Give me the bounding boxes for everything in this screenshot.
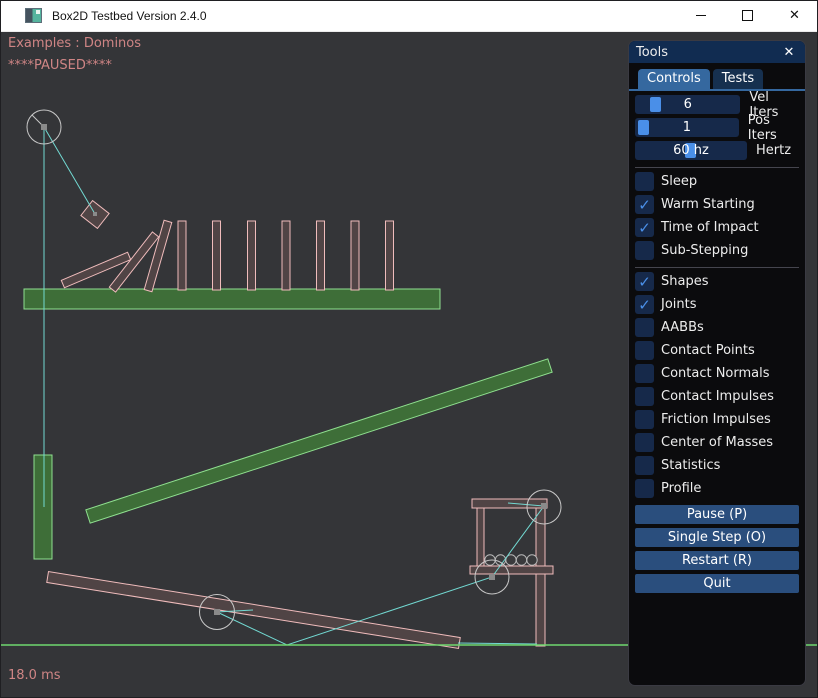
checkbox-label: Friction Impulses: [661, 412, 771, 427]
check-icon: ✓: [638, 219, 651, 237]
checkbox-contact-impulses[interactable]: [635, 387, 654, 406]
checkbox-label: Center of Masses: [661, 435, 773, 450]
tools-close-button[interactable]: ✕: [780, 43, 798, 61]
checkbox-contact-points[interactable]: [635, 341, 654, 360]
seesaw-plank: [47, 572, 460, 649]
slider-value: 60 hz: [635, 141, 747, 160]
check-icon: ✓: [638, 273, 651, 291]
checkbox-row-contact-normals: Contact Normals: [635, 364, 799, 383]
slider-label: Pos Iters: [748, 113, 799, 143]
minimize-button[interactable]: [677, 0, 724, 31]
tools-panel: Tools ✕ ControlsTests 6Vel Iters1Pos Ite…: [628, 40, 806, 686]
tools-panel-titlebar[interactable]: Tools ✕: [629, 41, 805, 63]
maximize-button[interactable]: [724, 0, 771, 31]
restart-button[interactable]: Restart (R): [635, 551, 799, 570]
checkbox-sub-stepping[interactable]: [635, 241, 654, 260]
checkbox-label: Joints: [661, 297, 697, 312]
checkbox-label: Contact Points: [661, 343, 755, 358]
pause-button[interactable]: Pause (P): [635, 505, 799, 524]
slider-value: 6: [635, 95, 740, 114]
domino-platform: [24, 289, 440, 309]
quit-button[interactable]: Quit: [635, 574, 799, 593]
close-icon: ✕: [789, 9, 800, 22]
checkbox-row-contact-points: Contact Points: [635, 341, 799, 360]
checkbox-row-aabbs: AABBs: [635, 318, 799, 337]
single-step-button[interactable]: Single Step (O): [635, 528, 799, 547]
action-buttons: Pause (P) Single Step (O) Restart (R) Quit: [635, 505, 799, 593]
close-button[interactable]: ✕: [771, 0, 818, 31]
checkbox-joints[interactable]: ✓: [635, 295, 654, 314]
slider-row-hertz: 60 hz Hertz: [635, 141, 799, 160]
checkbox-shapes[interactable]: ✓: [635, 272, 654, 291]
dominoes: [61, 220, 393, 292]
tab-tests[interactable]: Tests: [713, 69, 763, 89]
checkbox-label: Contact Impulses: [661, 389, 774, 404]
joint-anchors: [41, 124, 547, 615]
checkbox-row-time-of-impact: ✓ Time of Impact: [635, 218, 799, 237]
window-titlebar[interactable]: Box2D Testbed Version 2.4.0 ✕: [0, 0, 818, 32]
tab-bar: ControlsTests: [629, 63, 805, 91]
checkbox-statistics[interactable]: [635, 456, 654, 475]
checkbox-sleep[interactable]: [635, 172, 654, 191]
tools-panel-title: Tools: [636, 45, 668, 60]
slider-group: 6Vel Iters1Pos Iters60 hzHertz: [635, 95, 799, 160]
frame-time-label: 18.0 ms: [8, 668, 61, 683]
checkbox-label: Sleep: [661, 174, 697, 189]
checkbox-friction-impulses[interactable]: [635, 410, 654, 429]
window-title: Box2D Testbed Version 2.4.0: [52, 9, 207, 23]
slider-vel-iters[interactable]: 6: [635, 95, 740, 114]
checkbox-contact-normals[interactable]: [635, 364, 654, 383]
slider-pos-iters[interactable]: 1: [635, 118, 739, 137]
draw-options-group: ✓ Shapes ✓ Joints AABBs Contact Points Contact…: [635, 272, 799, 498]
slider-value: 1: [635, 118, 739, 137]
separator: [635, 167, 799, 168]
sim-options-group: Sleep ✓ Warm Starting ✓ Time of Impact Sub-St…: [635, 172, 799, 260]
checkbox-label: Time of Impact: [661, 220, 759, 235]
slider-hertz[interactable]: 60 hz: [635, 141, 747, 160]
checkbox-label: Warm Starting: [661, 197, 755, 212]
app-icon: [25, 8, 42, 23]
close-icon: ✕: [784, 45, 795, 60]
checkbox-row-joints: ✓ Joints: [635, 295, 799, 314]
example-label: Examples : Dominos: [8, 36, 141, 51]
separator: [635, 267, 799, 268]
checkbox-row-shapes: ✓ Shapes: [635, 272, 799, 291]
vertical-block: [34, 455, 52, 559]
maximize-icon: [742, 10, 753, 21]
window-controls: ✕: [677, 0, 818, 31]
checkbox-row-friction-impulses: Friction Impulses: [635, 410, 799, 429]
checkbox-warm-starting[interactable]: ✓: [635, 195, 654, 214]
checkbox-center-of-masses[interactable]: [635, 433, 654, 452]
checkbox-row-sub-stepping: Sub-Stepping: [635, 241, 799, 260]
checkbox-row-contact-impulses: Contact Impulses: [635, 387, 799, 406]
checkbox-row-center-of-masses: Center of Masses: [635, 433, 799, 452]
checkbox-label: Contact Normals: [661, 366, 770, 381]
checkbox-row-sleep: Sleep: [635, 172, 799, 191]
checkbox-label: Shapes: [661, 274, 708, 289]
slider-label: Hertz: [756, 143, 791, 158]
check-icon: ✓: [638, 196, 651, 214]
tab-controls[interactable]: Controls: [638, 69, 710, 89]
checkbox-label: Sub-Stepping: [661, 243, 748, 258]
checkbox-time-of-impact[interactable]: ✓: [635, 218, 654, 237]
checkbox-row-warm-starting: ✓ Warm Starting: [635, 195, 799, 214]
checkbox-label: Profile: [661, 481, 701, 496]
minimize-icon: [696, 15, 706, 16]
slider-row-pos-iters: 1Pos Iters: [635, 118, 799, 137]
stand-structure: [470, 499, 553, 646]
checkbox-label: AABBs: [661, 320, 704, 335]
paused-label: ****PAUSED****: [8, 58, 112, 73]
check-icon: ✓: [638, 296, 651, 314]
checkbox-aabbs[interactable]: [635, 318, 654, 337]
checkbox-profile[interactable]: [635, 479, 654, 498]
checkbox-row-statistics: Statistics: [635, 456, 799, 475]
slider-row-vel-iters: 6Vel Iters: [635, 95, 799, 114]
checkbox-row-profile: Profile: [635, 479, 799, 498]
checkbox-label: Statistics: [661, 458, 720, 473]
